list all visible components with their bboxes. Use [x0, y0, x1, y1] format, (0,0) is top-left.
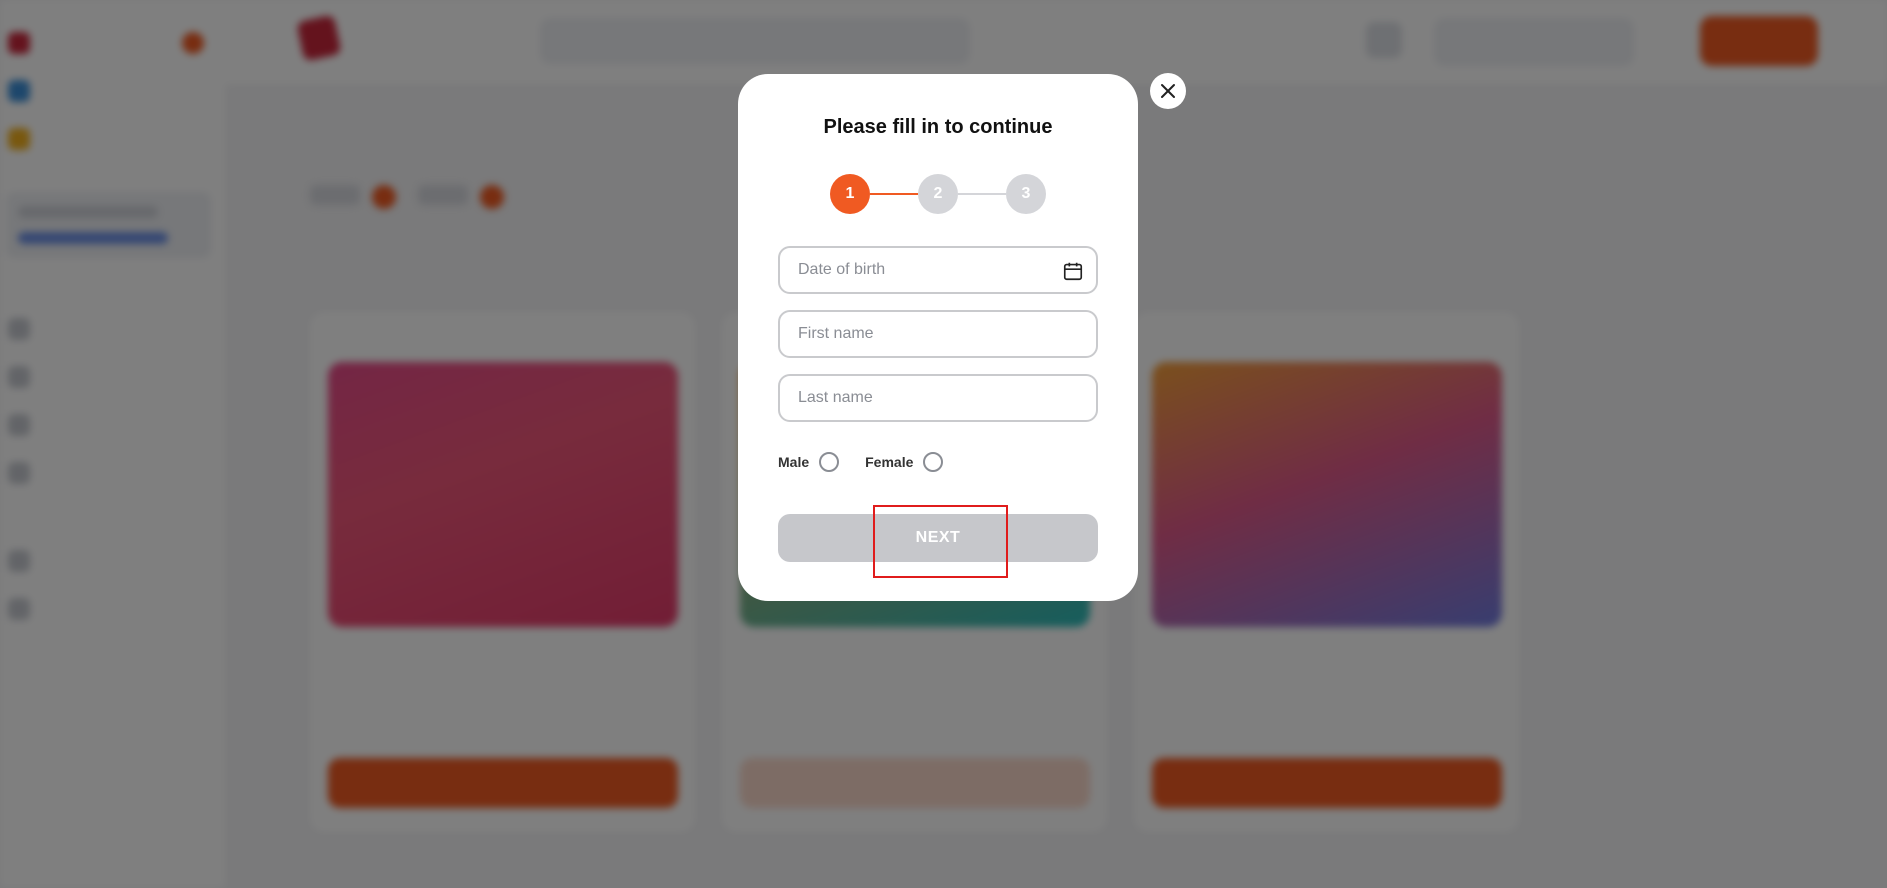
- step-3: 3: [1006, 174, 1046, 214]
- gender-options: Male Female: [778, 451, 944, 473]
- step-1: 1: [830, 174, 870, 214]
- close-button[interactable]: [1150, 73, 1186, 109]
- male-radio[interactable]: [819, 452, 840, 472]
- step-connector: [958, 193, 1006, 195]
- progress-stepper: 1 2 3: [830, 174, 1046, 214]
- last-name-input[interactable]: [798, 389, 1078, 407]
- modal-title: Please fill in to continue: [823, 116, 1053, 138]
- first-name-input[interactable]: [798, 325, 1078, 343]
- date-of-birth-input[interactable]: [798, 261, 1078, 279]
- step-connector: [870, 193, 918, 195]
- female-radio[interactable]: [923, 452, 944, 472]
- last-name-field[interactable]: [778, 374, 1098, 422]
- female-label: Female: [865, 454, 914, 470]
- close-icon: [1161, 84, 1175, 98]
- calendar-icon[interactable]: [1062, 260, 1084, 282]
- first-name-field[interactable]: [778, 310, 1098, 358]
- next-button-highlight: [873, 505, 1008, 578]
- date-of-birth-field[interactable]: [778, 246, 1098, 294]
- male-label: Male: [778, 454, 810, 470]
- step-2: 2: [918, 174, 958, 214]
